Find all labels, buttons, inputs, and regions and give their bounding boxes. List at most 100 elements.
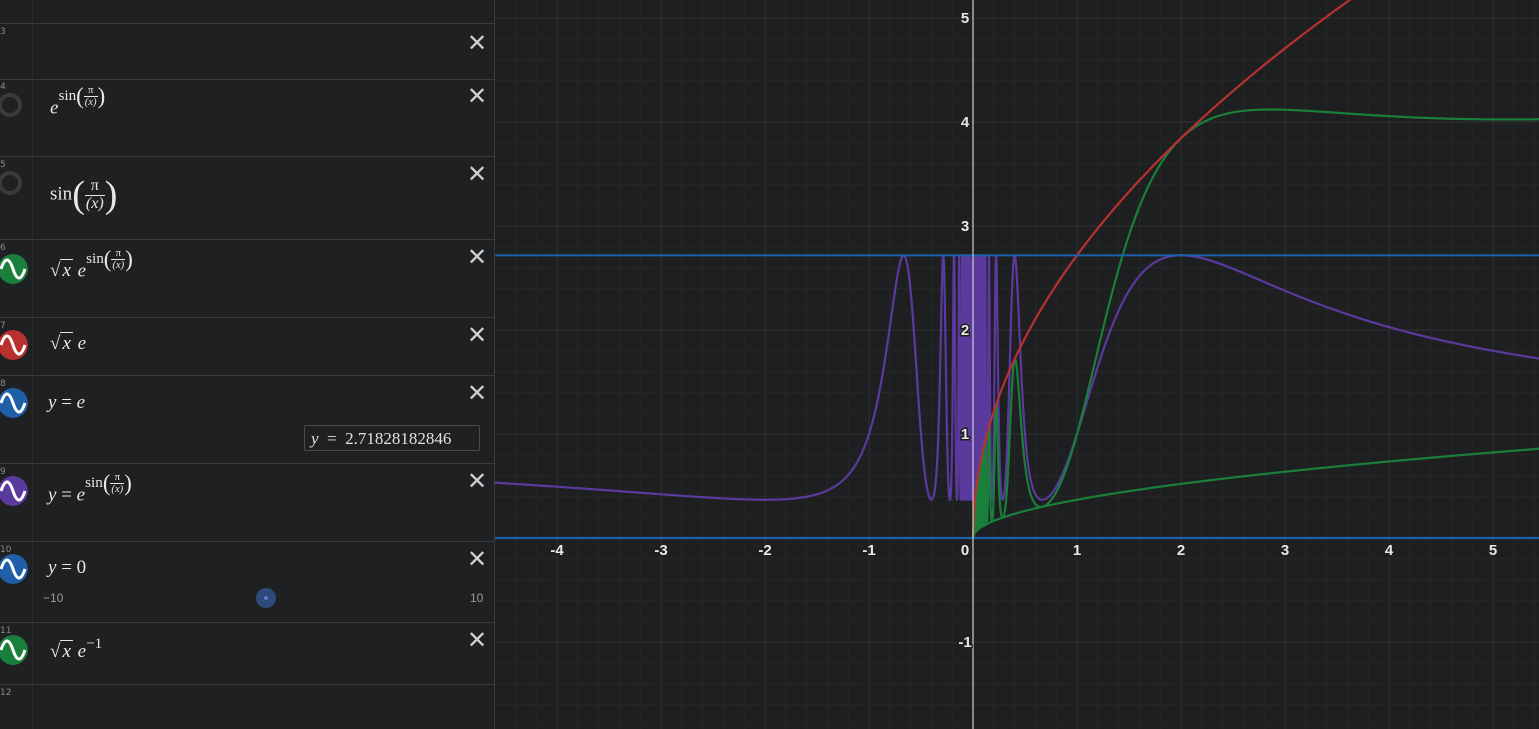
- expression-math[interactable]: √ x e−1: [50, 635, 102, 663]
- hidden-graph-toggle-icon[interactable]: [0, 171, 22, 195]
- math-exponent: sin(π (x)): [58, 83, 105, 108]
- math-x: x: [60, 640, 73, 662]
- delete-expression-button[interactable]: ✕: [466, 245, 488, 269]
- math-fraction: π (x): [84, 177, 105, 213]
- graph-canvas[interactable]: -4 -3 -2 -1 0 1 2 3 4 5 5 4 3 2 1 -1: [495, 0, 1539, 729]
- delete-expression-button[interactable]: ✕: [466, 628, 488, 652]
- expression-math[interactable]: y = 0: [48, 557, 86, 579]
- math-pi: π: [110, 472, 125, 484]
- delete-expression-button[interactable]: ✕: [466, 469, 488, 493]
- expression-math[interactable]: sin(π (x)): [50, 173, 117, 217]
- math-sin: sin: [50, 183, 73, 205]
- expression-row-10[interactable]: 10 y = 0 ✕ −10 10: [0, 542, 494, 623]
- delete-expression-button[interactable]: ✕: [466, 84, 488, 108]
- expression-list: 3 ✕ 4 esin(π (x)) ✕ 5 sin(π (x)) ✕ 6 √ x es…: [0, 0, 495, 729]
- math-sin: sin: [58, 86, 77, 104]
- expression-row-7[interactable]: 7 √ x e ✕: [0, 318, 494, 376]
- green-sine-wave-icon[interactable]: [0, 635, 28, 665]
- hidden-graph-toggle-icon[interactable]: [0, 93, 22, 117]
- x-tick-label: 0: [961, 542, 969, 559]
- eval-value: 2.71828182846: [345, 429, 452, 448]
- math-x: (x): [111, 483, 124, 495]
- eval-lhs: y: [311, 429, 319, 448]
- y-tick-label: 5: [961, 10, 969, 27]
- expression-index: 8: [0, 379, 6, 389]
- math-paren: (: [76, 83, 84, 109]
- x-tick-label: 4: [1385, 542, 1394, 559]
- expression-index: 4: [0, 82, 6, 92]
- math-e: e: [77, 333, 87, 354]
- purple-sine-wave-icon[interactable]: [0, 476, 28, 506]
- expression-row-5[interactable]: 5 sin(π (x)) ✕: [0, 157, 494, 240]
- math-x: (x): [84, 96, 97, 108]
- delete-expression-button[interactable]: ✕: [466, 323, 488, 347]
- math-y: y: [48, 392, 57, 413]
- expression-math[interactable]: esin(π (x)): [50, 83, 105, 123]
- math-y: y: [48, 484, 57, 506]
- math-sqrt: √ x: [50, 332, 73, 354]
- expression-row-6[interactable]: 6 √ x esin(π (x)) ✕: [0, 240, 494, 318]
- math-sqrt: √ x: [50, 259, 73, 282]
- math-sin: sin: [86, 249, 104, 267]
- evaluation-result: y = 2.71828182846: [304, 425, 480, 451]
- y-tick-label: 4: [961, 114, 970, 131]
- math-exponent: sin(π (x)): [85, 470, 132, 495]
- expression-math[interactable]: √ x e: [50, 332, 87, 355]
- expression-row-9[interactable]: 9 y = esin(π (x)) ✕: [0, 464, 494, 542]
- math-sqrt: √ x: [50, 640, 73, 662]
- expression-row-4[interactable]: 4 esin(π (x)) ✕: [0, 79, 494, 157]
- y-tick-label: 3: [961, 218, 969, 235]
- math-paren: (: [102, 470, 111, 496]
- x-tick-label: -1: [862, 542, 875, 559]
- math-paren: ): [104, 174, 118, 216]
- slider-max-label[interactable]: 10: [470, 591, 483, 605]
- y-tick-label: 1: [961, 426, 969, 443]
- expression-index: 6: [0, 243, 6, 253]
- expression-math[interactable]: √ x esin(π (x)): [50, 246, 133, 286]
- math-exponent: −1: [86, 634, 103, 652]
- expression-index: 3: [0, 27, 6, 37]
- math-sin: sin: [85, 473, 103, 491]
- y-tick-label: 2: [961, 322, 969, 339]
- expression-index: 9: [0, 467, 6, 477]
- expression-math[interactable]: y = e: [48, 392, 85, 414]
- blue-sine-wave-icon[interactable]: [0, 388, 28, 418]
- x-tick-label: -2: [758, 542, 771, 559]
- blue-sine-wave-icon[interactable]: [0, 554, 28, 584]
- expression-row-3[interactable]: 3 ✕: [0, 23, 494, 80]
- delete-expression-button[interactable]: ✕: [466, 162, 488, 186]
- x-tick-label: -3: [654, 542, 667, 559]
- math-x: x: [60, 332, 73, 354]
- expression-row-12[interactable]: 12: [0, 685, 494, 729]
- slider-min-label[interactable]: −10: [43, 591, 63, 605]
- math-pi: π: [111, 248, 126, 260]
- math-e: e: [76, 484, 86, 506]
- math-paren: ): [125, 246, 133, 272]
- expression-row-11[interactable]: 11 √ x e−1 ✕: [0, 623, 494, 685]
- math-x: x: [60, 259, 73, 282]
- delete-expression-button[interactable]: ✕: [466, 31, 488, 55]
- math-pi: π: [84, 177, 105, 196]
- math-paren: ): [124, 470, 132, 496]
- math-e: e: [76, 392, 86, 413]
- math-fraction: π (x): [111, 248, 126, 271]
- math-equals: =: [61, 557, 72, 578]
- math-fraction: π (x): [83, 85, 98, 108]
- x-tick-label: 3: [1281, 542, 1289, 559]
- x-tick-label: 5: [1489, 542, 1497, 559]
- math-paren: (: [72, 174, 85, 216]
- expression-index: 5: [0, 160, 6, 170]
- eval-equals: =: [327, 429, 337, 448]
- delete-expression-button[interactable]: ✕: [466, 547, 488, 571]
- delete-expression-button[interactable]: ✕: [466, 381, 488, 405]
- green-sine-wave-icon[interactable]: [0, 254, 28, 284]
- red-sine-wave-icon[interactable]: [0, 330, 28, 360]
- x-tick-label: -4: [550, 542, 564, 559]
- math-equals: =: [61, 392, 72, 413]
- math-x: (x): [112, 259, 125, 271]
- math-paren: (: [103, 246, 112, 272]
- math-zero: 0: [76, 557, 87, 578]
- math-y: y: [48, 557, 57, 578]
- slider-handle[interactable]: [256, 588, 276, 608]
- expression-math[interactable]: y = esin(π (x)): [48, 470, 132, 510]
